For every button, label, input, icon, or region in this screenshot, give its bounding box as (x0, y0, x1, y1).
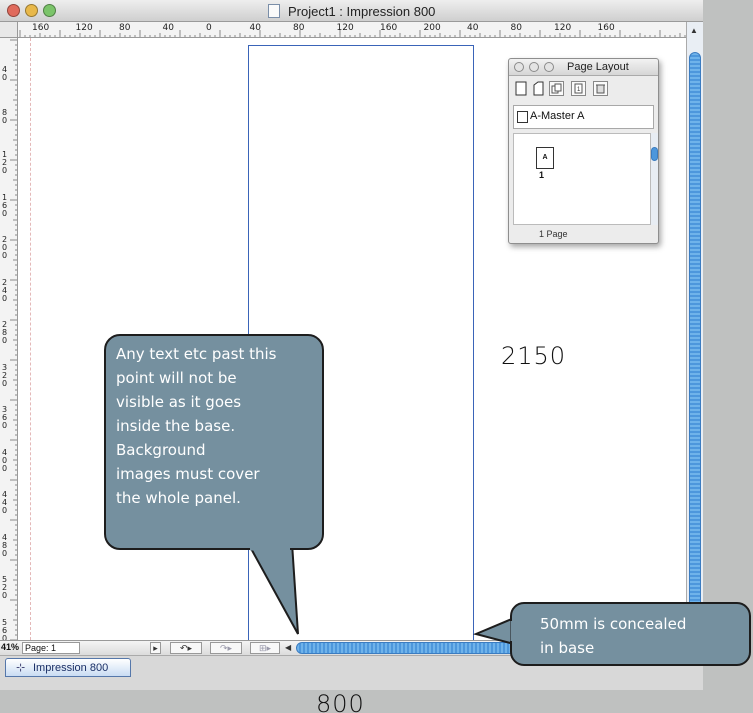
screenshot-stage: Project1 : Impression 800 160 120 80 40 0 40 8… (0, 0, 753, 713)
height-dimension-label: 2150 (501, 342, 567, 370)
callout-pointer-joints (250, 545, 516, 641)
width-dimension-label: 800 (316, 690, 365, 713)
